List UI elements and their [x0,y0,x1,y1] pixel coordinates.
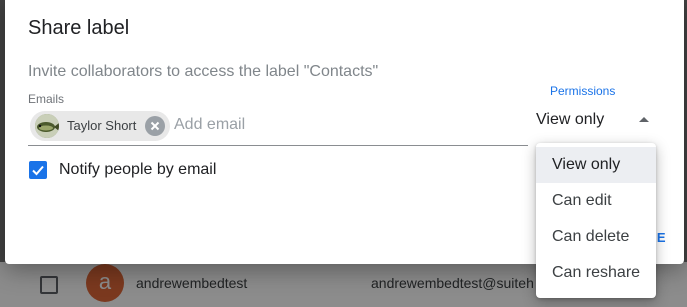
check-icon [32,165,44,176]
recipient-chip[interactable]: Taylor Short [30,111,170,141]
emails-field[interactable]: Taylor Short Add email [28,108,528,146]
caret-up-icon [639,117,649,122]
fish-avatar-icon [35,114,59,138]
menu-item-can-reshare[interactable]: Can reshare [536,255,656,291]
menu-item-can-delete[interactable]: Can delete [536,219,656,255]
recipient-chip-label: Taylor Short [67,118,137,133]
permissions-select[interactable]: View only [535,108,658,132]
emails-label: Emails [28,92,65,106]
notify-checkbox[interactable] [29,161,47,179]
dialog-title: Share label [28,17,130,39]
add-email-input[interactable]: Add email [174,116,245,134]
notify-label: Notify people by email [59,161,217,178]
permissions-selected-value: View only [536,111,605,128]
menu-item-view-only[interactable]: View only [536,147,656,183]
invite-description: Invite collaborators to access the label… [28,63,379,80]
permissions-label: Permissions [550,84,616,98]
permissions-menu: View only Can edit Can delete Can reshar… [536,143,656,298]
close-circle-icon[interactable] [145,116,165,136]
menu-item-can-edit[interactable]: Can edit [536,183,656,219]
notify-option[interactable]: Notify people by email [28,158,268,182]
